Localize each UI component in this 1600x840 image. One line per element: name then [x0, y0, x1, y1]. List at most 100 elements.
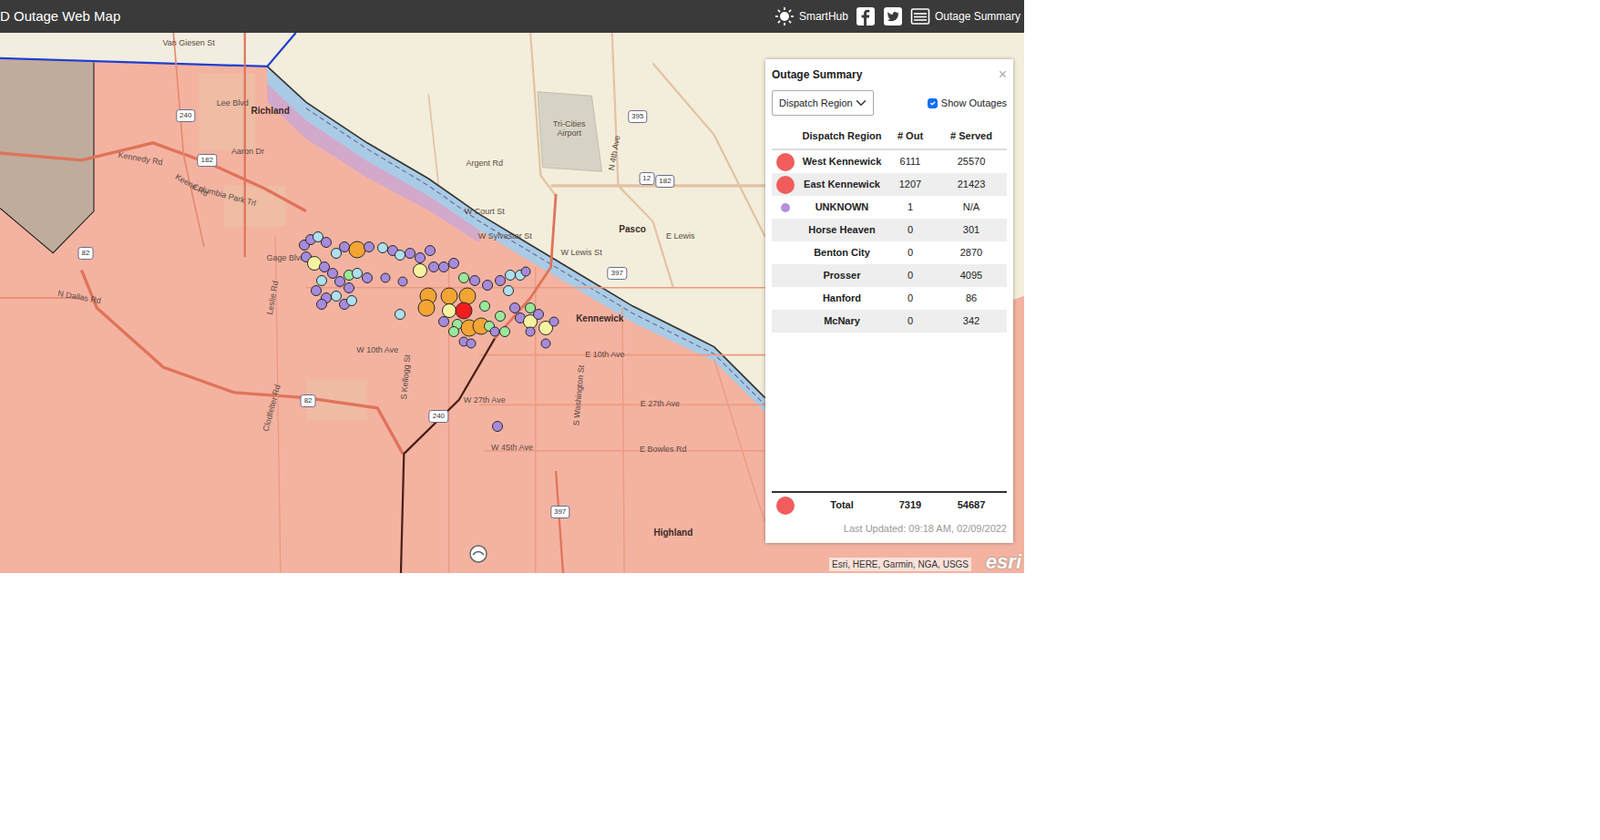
outage-count: 0	[884, 222, 936, 238]
map-label: Pasco	[618, 223, 646, 234]
show-outages-checkbox[interactable]	[927, 98, 938, 109]
map-attribution: Esri, HERE, Garmin, NGA, USGS	[829, 557, 972, 572]
outage-marker[interactable]	[494, 310, 506, 322]
show-outages-toggle[interactable]: Show Outages	[927, 95, 1007, 112]
dot-cell	[771, 175, 800, 195]
outage-marker[interactable]	[414, 252, 426, 264]
served-count: N/A	[935, 199, 1007, 216]
region-name: McNary	[799, 313, 885, 329]
outage-count: 0	[884, 313, 936, 329]
outage-marker[interactable]	[479, 300, 491, 312]
outage-marker[interactable]	[394, 249, 406, 261]
panel-title: Outage Summary	[771, 66, 862, 83]
served-count: 25570	[935, 153, 1007, 170]
outage-count: 1207	[884, 176, 936, 193]
outage-marker[interactable]	[394, 308, 406, 320]
outage-marker[interactable]	[380, 272, 391, 283]
map[interactable]: Van Giesen StRichlandLee BlvdAaron DrKen…	[0, 32, 1025, 574]
outage-summary-link[interactable]: Outage Summary	[910, 6, 1021, 27]
region-row[interactable]: East Kennewick120721423	[771, 173, 1007, 196]
region-row[interactable]: McNary0342	[771, 309, 1007, 333]
map-label: W 45th Ave	[491, 444, 534, 454]
outage-marker[interactable]	[448, 257, 460, 269]
column-header: # Out	[884, 128, 936, 144]
map-label: E Lewis	[666, 232, 696, 242]
region-row[interactable]: West Kennewick611125570	[771, 150, 1007, 174]
outage-count: 0	[884, 290, 936, 307]
last-updated: Last Updated: 09:18 AM, 02/09/2022	[771, 518, 1007, 537]
outage-marker[interactable]	[316, 298, 328, 310]
outage-marker[interactable]	[458, 272, 470, 284]
outage-marker[interactable]	[348, 241, 366, 259]
twitter-link[interactable]	[882, 6, 903, 27]
outage-marker[interactable]	[525, 326, 536, 337]
outage-marker[interactable]	[520, 266, 531, 277]
outage-web-map: D Outage Web Map SmartHubOutage Summary	[0, 0, 1025, 574]
panel-header: Outage Summary ×	[771, 66, 1007, 83]
outage-marker[interactable]	[469, 275, 481, 287]
outage-marker[interactable]	[417, 299, 435, 318]
outage-marker[interactable]	[351, 267, 363, 279]
outage-marker[interactable]	[494, 275, 506, 287]
outage-marker[interactable]	[438, 316, 450, 328]
esri-logo: esri	[985, 552, 1022, 573]
facebook-link[interactable]	[855, 6, 876, 27]
outage-marker[interactable]	[377, 242, 389, 254]
outage-count: 6111	[884, 153, 936, 170]
group-by-select[interactable]: Dispatch Region	[771, 90, 874, 116]
outage-marker[interactable]	[361, 272, 373, 284]
highway-shield: 240	[175, 109, 195, 123]
map-label: Van Giesen St	[162, 39, 215, 49]
dot-cell	[771, 496, 800, 515]
region-row[interactable]: Hanford086	[771, 287, 1007, 310]
map-label: Kennewick	[575, 313, 624, 324]
outage-marker[interactable]	[412, 263, 428, 278]
header-links: SmartHub Outage Summary	[774, 6, 1021, 27]
outage-marker[interactable]	[404, 247, 416, 259]
outage-marker[interactable]	[316, 275, 328, 287]
outage-marker[interactable]	[502, 285, 514, 297]
outage-marker[interactable]	[438, 261, 450, 273]
column-header: # Served	[935, 128, 1007, 144]
smarthub-link[interactable]: SmartHub	[774, 6, 849, 27]
outage-marker[interactable]	[492, 420, 503, 432]
dot-cell	[771, 203, 800, 213]
outage-marker[interactable]	[509, 302, 521, 314]
region-name: Hanford	[799, 290, 885, 307]
outage-marker[interactable]	[482, 279, 493, 291]
region-row[interactable]: Benton City02870	[771, 241, 1007, 265]
map-label: W Sylvester St	[478, 232, 533, 242]
map-logo-icon	[468, 543, 489, 565]
outage-marker[interactable]	[499, 326, 511, 338]
outage-marker[interactable]	[363, 241, 375, 253]
served-count: 342	[935, 313, 1007, 329]
outage-marker[interactable]	[504, 269, 516, 281]
dot-cell	[771, 153, 800, 172]
outage-marker[interactable]	[533, 308, 544, 320]
outage-marker[interactable]	[540, 338, 551, 349]
outage-marker[interactable]	[424, 245, 436, 257]
region-name: East Kennewick	[799, 176, 885, 193]
close-button[interactable]: ×	[998, 67, 1007, 83]
outage-marker[interactable]	[440, 287, 458, 305]
region-row[interactable]: Horse Heaven0301	[771, 218, 1007, 242]
outage-marker[interactable]	[489, 326, 500, 337]
outage-marker[interactable]	[320, 236, 332, 248]
total-out: 7319	[884, 497, 936, 513]
region-row[interactable]: UNKNOWN1N/A	[771, 195, 1007, 219]
region-row[interactable]: Prosser04095	[771, 264, 1007, 288]
outage-marker[interactable]	[448, 326, 460, 338]
outage-marker[interactable]	[466, 338, 477, 349]
highway-shield: 182	[655, 174, 675, 188]
outage-marker[interactable]	[346, 295, 358, 307]
panel-controls: Dispatch Region Show Outages	[771, 90, 1007, 116]
outage-marker[interactable]	[343, 282, 355, 294]
table-header: Dispatch Region# Out# Served	[771, 123, 1007, 151]
outage-marker[interactable]	[455, 302, 473, 320]
outage-marker[interactable]	[310, 285, 322, 297]
outage-marker[interactable]	[428, 261, 440, 273]
smarthub-label: SmartHub	[799, 8, 849, 25]
outage-marker[interactable]	[398, 276, 409, 288]
highway-shield: 395	[627, 110, 647, 124]
outage-marker[interactable]	[548, 316, 559, 327]
